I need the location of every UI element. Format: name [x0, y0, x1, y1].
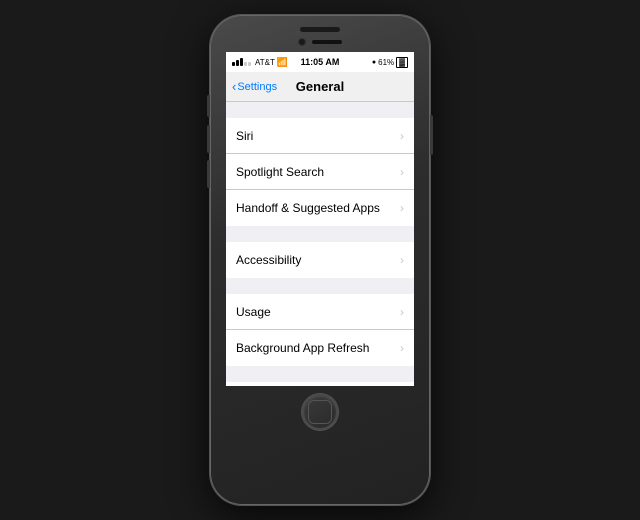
- battery-percent: 61%: [378, 58, 394, 67]
- chevron-icon-usage: ›: [400, 305, 404, 319]
- signal-strength: [232, 58, 251, 66]
- battery-icon: ▓: [396, 57, 408, 68]
- chevron-icon-background: ›: [400, 341, 404, 355]
- status-left: AT&T 📶: [232, 57, 288, 68]
- list-item-autolock[interactable]: Auto-Lock 1 Minute ›: [226, 382, 414, 386]
- section-gap-4: [226, 366, 414, 382]
- chevron-icon-handoff: ›: [400, 201, 404, 215]
- item-label-accessibility: Accessibility: [236, 253, 301, 267]
- item-label-handoff: Handoff & Suggested Apps: [236, 201, 380, 215]
- section-gap-1: [226, 102, 414, 118]
- vol-down-button: [207, 160, 210, 188]
- item-right-background: ›: [400, 341, 404, 355]
- list-item-siri[interactable]: Siri ›: [226, 118, 414, 154]
- wifi-icon: 📶: [277, 57, 288, 68]
- vol-up-button: [207, 125, 210, 153]
- time-display: 11:05 AM: [301, 57, 340, 67]
- list-item-handoff[interactable]: Handoff & Suggested Apps ›: [226, 190, 414, 226]
- earpiece: [312, 40, 342, 44]
- back-chevron-icon: ‹: [232, 79, 236, 94]
- item-label-usage: Usage: [236, 305, 271, 319]
- item-right-siri: ›: [400, 129, 404, 143]
- item-label-spotlight: Spotlight Search: [236, 165, 324, 179]
- speaker: [300, 27, 340, 32]
- section-3: Usage › Background App Refresh ›: [226, 294, 414, 366]
- section-gap-2: [226, 226, 414, 242]
- item-right-accessibility: ›: [400, 253, 404, 267]
- front-camera: [298, 38, 306, 46]
- section-2: Accessibility ›: [226, 242, 414, 278]
- list-item-background[interactable]: Background App Refresh ›: [226, 330, 414, 366]
- page-title: General: [296, 79, 344, 94]
- phone-frame: AT&T 📶 11:05 AM ● 61% ▓ ‹ Settings Gener…: [210, 15, 430, 505]
- location-icon: ●: [372, 59, 376, 66]
- nav-bar: ‹ Settings General: [226, 72, 414, 102]
- status-bar: AT&T 📶 11:05 AM ● 61% ▓: [226, 52, 414, 72]
- chevron-icon-siri: ›: [400, 129, 404, 143]
- status-right: ● 61% ▓: [372, 57, 408, 68]
- section-1: Siri › Spotlight Search › Handoff & Sugg…: [226, 118, 414, 226]
- home-button[interactable]: [302, 394, 338, 430]
- screen: AT&T 📶 11:05 AM ● 61% ▓ ‹ Settings Gener…: [226, 52, 414, 386]
- item-right-spotlight: ›: [400, 165, 404, 179]
- home-button-area: [302, 394, 338, 430]
- list-item-usage[interactable]: Usage ›: [226, 294, 414, 330]
- camera-row: [298, 38, 342, 46]
- chevron-icon-spotlight: ›: [400, 165, 404, 179]
- back-label[interactable]: Settings: [237, 81, 277, 93]
- section-4: Auto-Lock 1 Minute › Restrictions Off ›: [226, 382, 414, 386]
- settings-list: Siri › Spotlight Search › Handoff & Sugg…: [226, 102, 414, 386]
- section-gap-3: [226, 278, 414, 294]
- item-label-siri: Siri: [236, 129, 253, 143]
- chevron-icon-accessibility: ›: [400, 253, 404, 267]
- carrier-label: AT&T: [255, 58, 275, 67]
- item-right-handoff: ›: [400, 201, 404, 215]
- list-item-accessibility[interactable]: Accessibility ›: [226, 242, 414, 278]
- back-button[interactable]: ‹ Settings: [232, 79, 277, 94]
- item-label-background: Background App Refresh: [236, 341, 369, 355]
- home-button-inner: [308, 400, 332, 424]
- list-item-spotlight[interactable]: Spotlight Search ›: [226, 154, 414, 190]
- item-right-usage: ›: [400, 305, 404, 319]
